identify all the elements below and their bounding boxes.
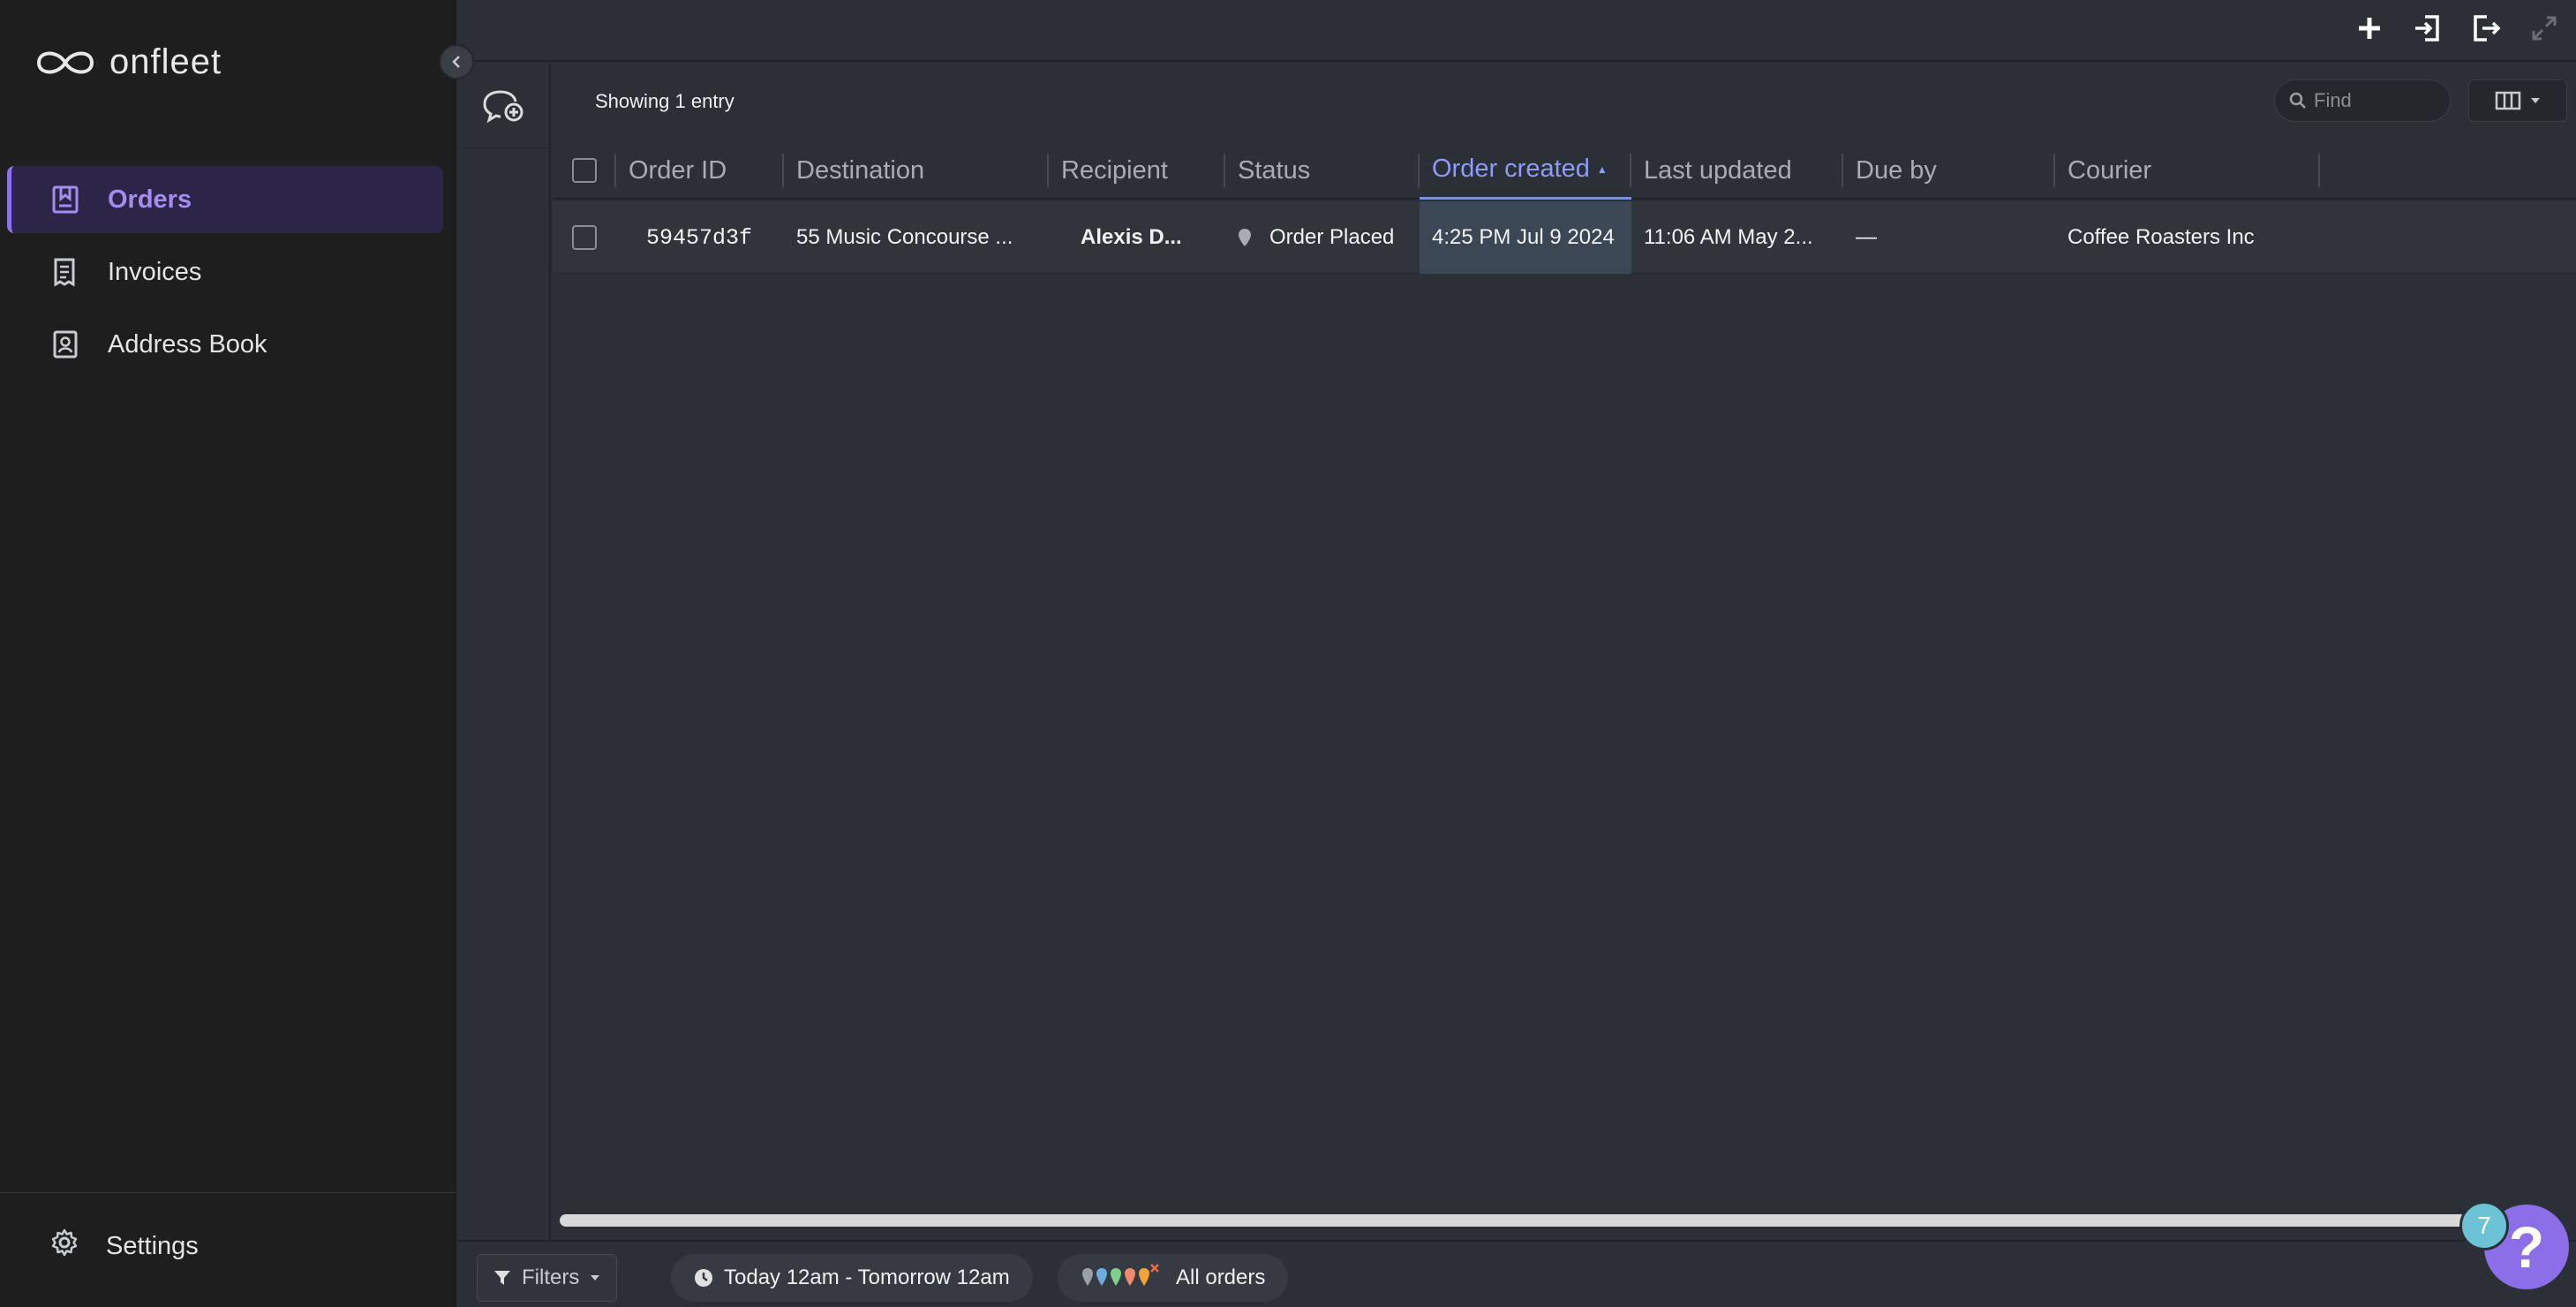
filters-button[interactable]: Filters bbox=[477, 1254, 618, 1302]
status-pins-icon bbox=[1082, 1264, 1159, 1286]
column-header-due-by[interactable]: Due by bbox=[1843, 141, 2055, 200]
infinity-logo-icon bbox=[36, 51, 94, 73]
column-header-destination[interactable]: Destination bbox=[784, 141, 1049, 200]
table-toolbar: Showing 1 entry bbox=[553, 64, 2576, 141]
expand-icon bbox=[2532, 16, 2557, 41]
date-range-label: Today 12am - Tomorrow 12am bbox=[724, 1265, 1010, 1289]
column-header-status[interactable]: Status bbox=[1225, 141, 1420, 200]
caret-down-icon bbox=[591, 1275, 600, 1281]
export-icon bbox=[2474, 15, 2501, 42]
plus-icon bbox=[2359, 18, 2380, 39]
add-order-button[interactable] bbox=[2350, 9, 2389, 48]
order-scope-filter[interactable]: All orders bbox=[1058, 1254, 1289, 1302]
sidebar-item-label: Invoices bbox=[108, 257, 202, 286]
left-rail bbox=[457, 64, 551, 1240]
courier-cell: Coffee Roasters Inc bbox=[2068, 225, 2255, 249]
invoice-icon bbox=[49, 256, 81, 288]
fullscreen-button[interactable] bbox=[2525, 9, 2564, 48]
settings-label: Settings bbox=[106, 1231, 199, 1260]
order-id-cell: 59457d3f bbox=[646, 224, 753, 251]
sidebar-item-orders[interactable]: Orders bbox=[7, 166, 443, 233]
filter-icon bbox=[494, 1271, 510, 1285]
find-box[interactable] bbox=[2274, 79, 2451, 122]
sort-ascending-icon: ▲ bbox=[1596, 162, 1608, 176]
onfleet-logo[interactable]: onfleet bbox=[34, 42, 222, 82]
sidebar: onfleet Orders Invoices Address Book Set… bbox=[0, 0, 456, 1307]
status-cell: Order Placed bbox=[1225, 201, 1420, 274]
column-header-recipient[interactable]: Recipient bbox=[1049, 141, 1225, 200]
horizontal-scrollbar[interactable] bbox=[560, 1214, 2474, 1227]
table-header: Order ID Destination Recipient Status Or… bbox=[553, 141, 2576, 200]
column-header-last-updated[interactable]: Last updated bbox=[1631, 141, 1843, 200]
orders-table-panel: Showing 1 entry Order ID Destination Rec… bbox=[553, 64, 2576, 1240]
chevron-left-icon bbox=[452, 56, 460, 68]
entry-count: Showing 1 entry bbox=[595, 90, 734, 112]
gear-icon bbox=[49, 1228, 79, 1265]
export-button[interactable] bbox=[2467, 9, 2505, 48]
orders-icon bbox=[49, 184, 81, 215]
last-updated-cell: 11:06 AM May 2... bbox=[1644, 225, 1813, 249]
search-icon bbox=[2289, 92, 2306, 109]
columns-icon bbox=[2495, 91, 2521, 110]
sidebar-item-invoices[interactable]: Invoices bbox=[7, 238, 443, 306]
date-range-filter[interactable]: Today 12am - Tomorrow 12am bbox=[671, 1254, 1033, 1302]
collapse-sidebar-button[interactable] bbox=[439, 44, 474, 79]
column-header-order-created[interactable]: Order created ▲ bbox=[1420, 141, 1631, 200]
order-created-cell: 4:25 PM Jul 9 2024 bbox=[1420, 201, 1631, 274]
destination-cell: 55 Music Concourse ... bbox=[796, 225, 1013, 249]
sidebar-item-label: Orders bbox=[108, 185, 192, 214]
due-by-cell: — bbox=[1856, 225, 1877, 249]
columns-menu-button[interactable] bbox=[2468, 79, 2567, 122]
map-pin-icon bbox=[1239, 229, 1251, 246]
sidebar-nav: Orders Invoices Address Book bbox=[7, 166, 443, 383]
caret-down-icon bbox=[2531, 98, 2540, 103]
row-select-cell bbox=[553, 201, 616, 274]
search-input[interactable] bbox=[2314, 89, 2446, 112]
column-header-courier[interactable]: Courier bbox=[2055, 141, 2320, 200]
top-bar bbox=[457, 0, 2576, 62]
logo-text: onfleet bbox=[109, 42, 222, 81]
clock-icon bbox=[695, 1269, 712, 1287]
column-header-order-id[interactable]: Order ID bbox=[616, 141, 784, 200]
bottom-bar: Filters Today 12am - Tomorrow 12am All o… bbox=[457, 1240, 2576, 1307]
order-scope-label: All orders bbox=[1176, 1265, 1266, 1289]
notification-count-badge[interactable]: 7 bbox=[2459, 1201, 2509, 1250]
import-icon bbox=[2415, 15, 2439, 42]
select-all-checkbox[interactable] bbox=[572, 158, 597, 183]
settings-link[interactable]: Settings bbox=[49, 1228, 199, 1265]
status-text: Order Placed bbox=[1269, 225, 1395, 249]
import-button[interactable] bbox=[2408, 9, 2447, 48]
row-checkbox[interactable] bbox=[572, 225, 597, 250]
recipient-cell: Alexis D... bbox=[1081, 225, 1182, 249]
sidebar-item-address-book[interactable]: Address Book bbox=[7, 311, 443, 378]
chat-add-icon bbox=[483, 90, 523, 123]
new-chat-button[interactable] bbox=[457, 64, 549, 148]
top-actions bbox=[2350, 9, 2576, 48]
filters-label: Filters bbox=[522, 1265, 580, 1289]
sidebar-divider bbox=[0, 1192, 456, 1193]
sidebar-item-label: Address Book bbox=[108, 329, 267, 359]
select-all-cell bbox=[553, 141, 616, 200]
address-book-icon bbox=[49, 329, 81, 360]
table-row[interactable]: 59457d3f 55 Music Concourse ... Alexis D… bbox=[553, 201, 2576, 274]
